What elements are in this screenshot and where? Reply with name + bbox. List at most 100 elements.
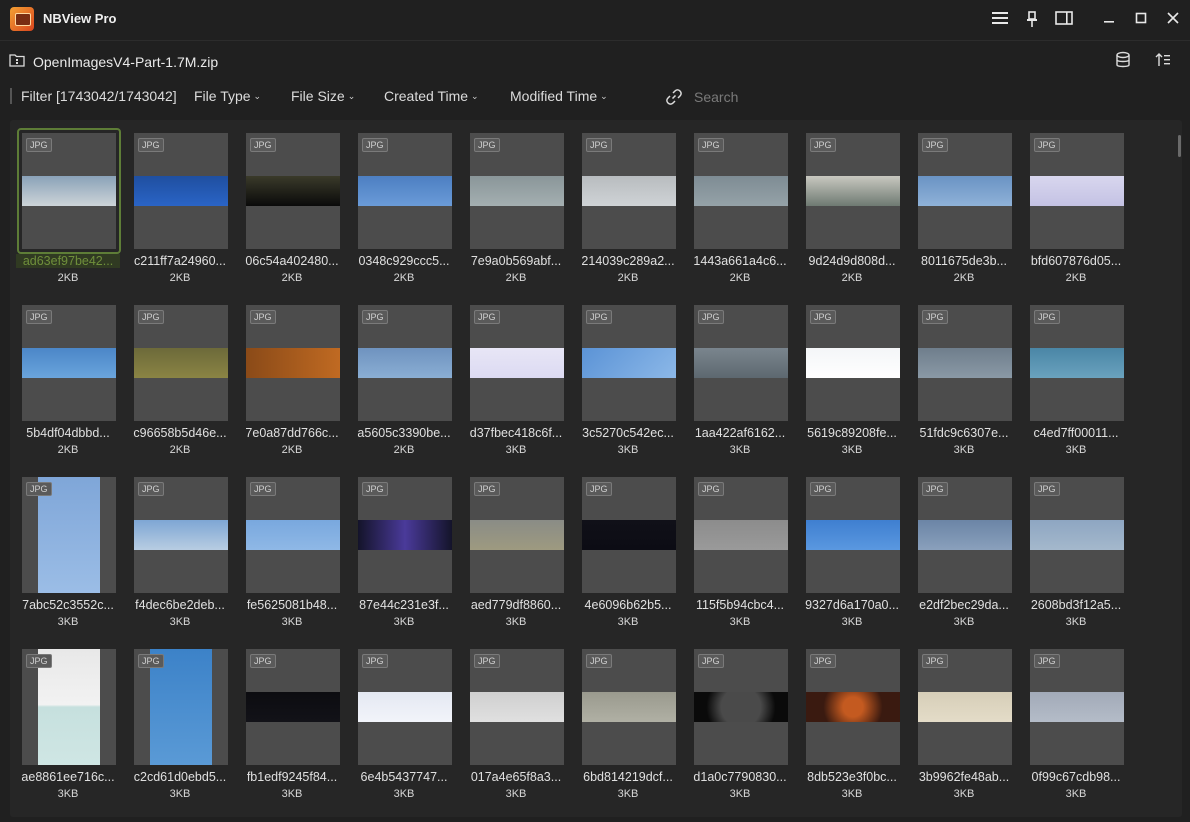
thumbnail[interactable]: JPG xyxy=(582,477,676,593)
file-tile[interactable]: JPG 017a4e65f8a3... 3KB xyxy=(464,641,576,811)
file-name[interactable]: 1aa422af6162... xyxy=(688,426,792,440)
file-name[interactable]: 7abc52c3552c... xyxy=(16,598,120,612)
vertical-scrollbar[interactable] xyxy=(1178,135,1181,157)
file-name[interactable]: 6bd814219dcf... xyxy=(576,770,680,784)
thumbnail[interactable]: JPG xyxy=(918,133,1012,249)
file-name[interactable]: 3b9962fe48ab... xyxy=(912,770,1016,784)
thumbnail[interactable]: JPG xyxy=(694,649,788,765)
thumbnail[interactable]: JPG xyxy=(358,133,452,249)
file-tile[interactable]: JPG 8db523e3f0bc... 3KB xyxy=(800,641,912,811)
file-name[interactable]: fb1edf9245f84... xyxy=(240,770,344,784)
file-tile[interactable]: JPG 9327d6a170a0... 3KB xyxy=(800,469,912,639)
file-name[interactable]: c4ed7ff00011... xyxy=(1024,426,1128,440)
thumbnail[interactable]: JPG xyxy=(806,477,900,593)
file-tile[interactable]: JPG d1a0c7790830... 3KB xyxy=(688,641,800,811)
file-name[interactable]: 06c54a402480... xyxy=(240,254,344,268)
thumbnail[interactable]: JPG xyxy=(470,649,564,765)
thumbnail[interactable]: JPG xyxy=(470,133,564,249)
thumbnail[interactable]: JPG xyxy=(806,649,900,765)
file-name[interactable]: 3c5270c542ec... xyxy=(576,426,680,440)
thumbnail[interactable]: JPG xyxy=(134,649,228,765)
file-tile[interactable]: JPG 4e6096b62b5... 3KB xyxy=(576,469,688,639)
file-tile[interactable]: JPG 1aa422af6162... 3KB xyxy=(688,297,800,467)
file-tile[interactable]: JPG c96658b5d46e... 2KB xyxy=(128,297,240,467)
file-tile[interactable]: JPG ae8861ee716c... 3KB xyxy=(16,641,128,811)
file-tile[interactable]: JPG fe5625081b48... 3KB xyxy=(240,469,352,639)
thumbnail[interactable]: JPG xyxy=(1030,133,1124,249)
thumbnail[interactable]: JPG xyxy=(582,305,676,421)
archive-name[interactable]: OpenImagesV4-Part-1.7M.zip xyxy=(33,54,218,70)
file-tile[interactable]: JPG 0348c929ccc5... 2KB xyxy=(352,125,464,295)
file-name[interactable]: d37fbec418c6f... xyxy=(464,426,568,440)
file-tile[interactable]: JPG 9d24d9d808d... 2KB xyxy=(800,125,912,295)
file-name[interactable]: 4e6096b62b5... xyxy=(576,598,680,612)
thumbnail[interactable]: JPG xyxy=(134,133,228,249)
file-name[interactable]: d1a0c7790830... xyxy=(688,770,792,784)
file-tile[interactable]: JPG 3c5270c542ec... 3KB xyxy=(576,297,688,467)
file-name[interactable]: 9327d6a170a0... xyxy=(800,598,904,612)
thumbnail-grid[interactable]: JPG ad63ef97be42... 2KB JPG c211ff7a24960...… xyxy=(10,120,1182,817)
file-name[interactable]: aed779df8860... xyxy=(464,598,568,612)
file-name[interactable]: fe5625081b48... xyxy=(240,598,344,612)
file-name[interactable]: a5605c3390be... xyxy=(352,426,456,440)
thumbnail[interactable]: JPG xyxy=(918,649,1012,765)
file-tile[interactable]: JPG 3b9962fe48ab... 3KB xyxy=(912,641,1024,811)
menu-icon[interactable] xyxy=(987,8,1013,30)
file-tile[interactable]: JPG f4dec6be2deb... 3KB xyxy=(128,469,240,639)
file-name[interactable]: 115f5b94cbc4... xyxy=(688,598,792,612)
thumbnail[interactable]: JPG xyxy=(22,133,116,249)
file-size-dropdown[interactable]: File Size ⌄ xyxy=(291,88,355,104)
file-name[interactable]: c2cd61d0ebd5... xyxy=(128,770,232,784)
thumbnail[interactable]: JPG xyxy=(246,477,340,593)
file-tile[interactable]: JPG 7e9a0b569abf... 2KB xyxy=(464,125,576,295)
file-tile[interactable]: JPG a5605c3390be... 2KB xyxy=(352,297,464,467)
thumbnail[interactable]: JPG xyxy=(1030,649,1124,765)
file-name[interactable]: 51fdc9c6307e... xyxy=(912,426,1016,440)
file-name[interactable]: 2608bd3f12a5... xyxy=(1024,598,1128,612)
file-name[interactable]: bfd607876d05... xyxy=(1024,254,1128,268)
thumbnail[interactable]: JPG xyxy=(22,649,116,765)
thumbnail[interactable]: JPG xyxy=(918,305,1012,421)
link-icon[interactable] xyxy=(665,88,683,109)
thumbnail[interactable]: JPG xyxy=(22,305,116,421)
pin-icon[interactable] xyxy=(1019,8,1045,30)
sidebar-toggle-icon[interactable] xyxy=(1051,8,1077,30)
file-name[interactable]: 9d24d9d808d... xyxy=(800,254,904,268)
thumbnail[interactable]: JPG xyxy=(134,305,228,421)
sort-icon[interactable] xyxy=(1154,51,1176,71)
close-icon[interactable] xyxy=(1160,8,1186,30)
file-tile[interactable]: JPG 2608bd3f12a5... 3KB xyxy=(1024,469,1136,639)
thumbnail[interactable]: JPG xyxy=(806,133,900,249)
file-tile[interactable]: JPG d37fbec418c6f... 3KB xyxy=(464,297,576,467)
thumbnail[interactable]: JPG xyxy=(582,649,676,765)
file-tile[interactable]: JPG 115f5b94cbc4... 3KB xyxy=(688,469,800,639)
file-name[interactable]: 5619c89208fe... xyxy=(800,426,904,440)
file-tile[interactable]: JPG 8011675de3b... 2KB xyxy=(912,125,1024,295)
file-name[interactable]: 8011675de3b... xyxy=(912,254,1016,268)
file-name[interactable]: 8db523e3f0bc... xyxy=(800,770,904,784)
file-name[interactable]: f4dec6be2deb... xyxy=(128,598,232,612)
file-name[interactable]: 7e0a87dd766c... xyxy=(240,426,344,440)
created-time-dropdown[interactable]: Created Time ⌄ xyxy=(384,88,479,104)
file-tile[interactable]: JPG 7e0a87dd766c... 2KB xyxy=(240,297,352,467)
file-tile[interactable]: JPG c4ed7ff00011... 3KB xyxy=(1024,297,1136,467)
thumbnail[interactable]: JPG xyxy=(1030,477,1124,593)
thumbnail[interactable]: JPG xyxy=(470,305,564,421)
modified-time-dropdown[interactable]: Modified Time ⌄ xyxy=(510,88,608,104)
thumbnail[interactable]: JPG xyxy=(22,477,116,593)
file-tile[interactable]: JPG fb1edf9245f84... 3KB xyxy=(240,641,352,811)
file-name[interactable]: ad63ef97be42... xyxy=(16,254,120,268)
file-tile[interactable]: JPG 87e44c231e3f... 3KB xyxy=(352,469,464,639)
thumbnail[interactable]: JPG xyxy=(918,477,1012,593)
file-tile[interactable]: JPG 06c54a402480... 2KB xyxy=(240,125,352,295)
file-tile[interactable]: JPG 6e4b5437747... 3KB xyxy=(352,641,464,811)
filter-summary[interactable]: Filter [1743042/1743042] xyxy=(21,88,177,104)
file-tile[interactable]: JPG 51fdc9c6307e... 3KB xyxy=(912,297,1024,467)
file-name[interactable]: c96658b5d46e... xyxy=(128,426,232,440)
thumbnail[interactable]: JPG xyxy=(358,477,452,593)
thumbnail[interactable]: JPG xyxy=(694,133,788,249)
file-name[interactable]: c211ff7a24960... xyxy=(128,254,232,268)
thumbnail[interactable]: JPG xyxy=(246,649,340,765)
file-tile[interactable]: JPG bfd607876d05... 2KB xyxy=(1024,125,1136,295)
file-tile[interactable]: JPG c211ff7a24960... 2KB xyxy=(128,125,240,295)
